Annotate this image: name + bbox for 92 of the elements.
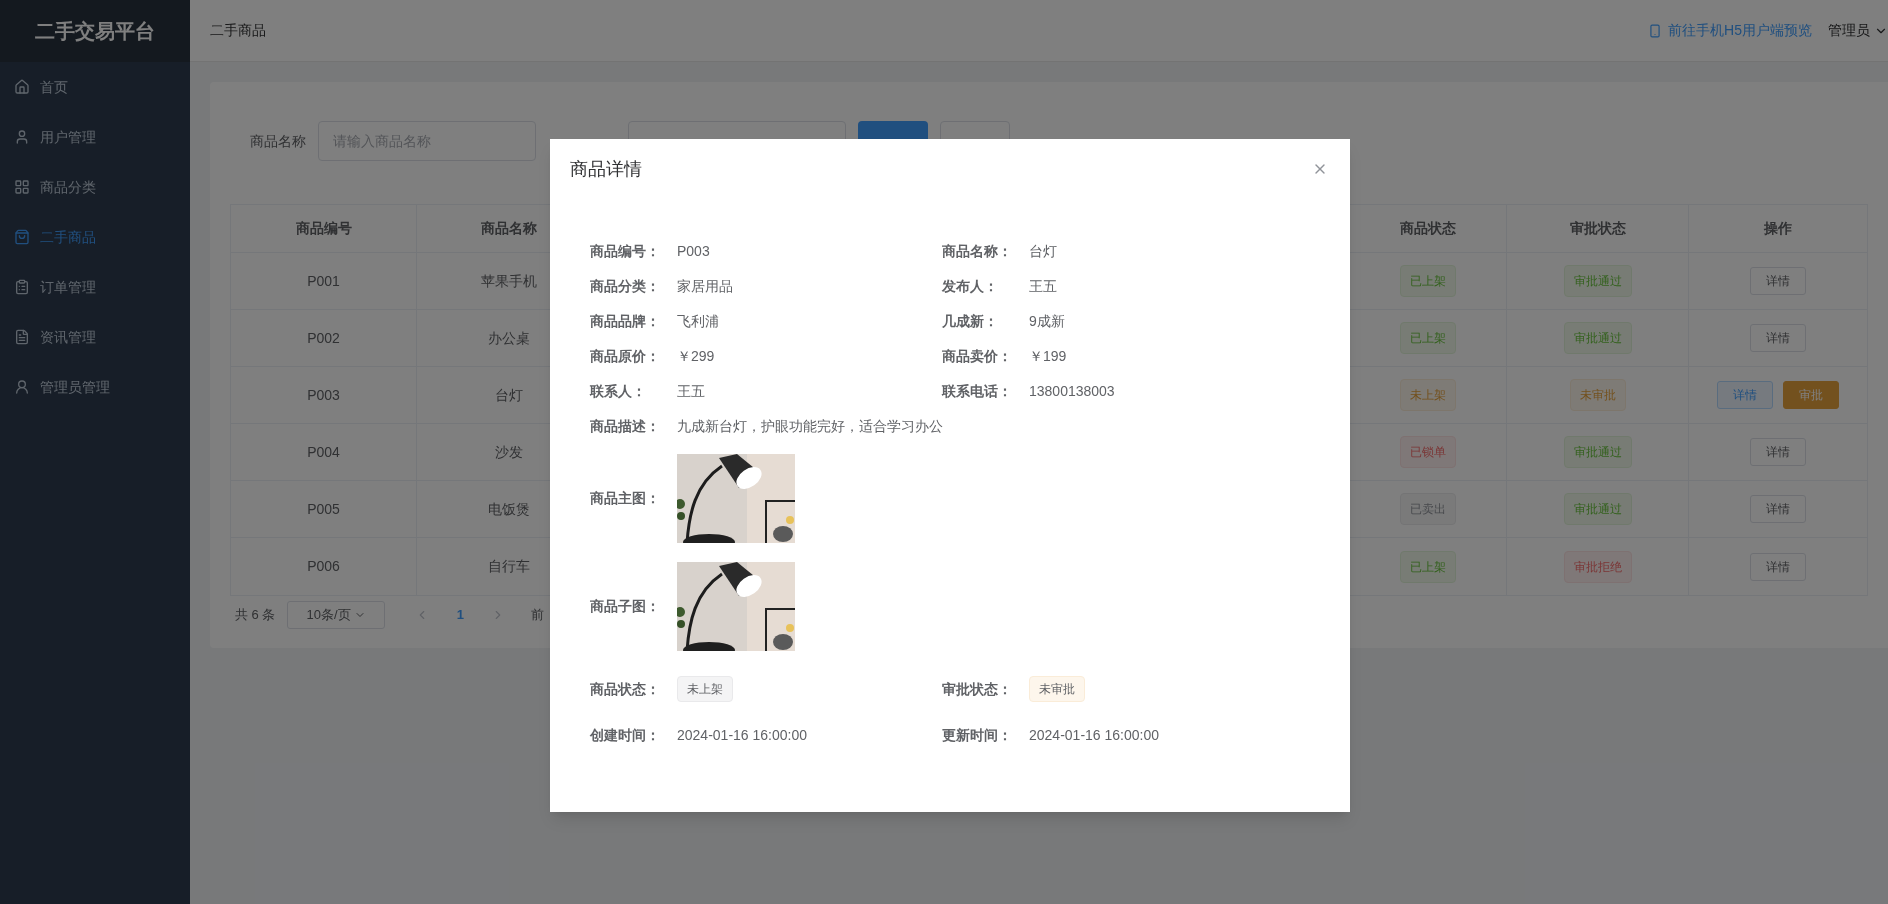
field-label: 联系电话：	[942, 382, 1013, 401]
sidebar-item[interactable]: 首页	[0, 62, 190, 112]
grid-icon	[14, 179, 30, 195]
field-value: 13800138003	[1029, 382, 1115, 401]
table-cell-text: 台灯	[494, 385, 523, 405]
status-tag: 已上架	[1399, 322, 1456, 354]
field-value: 台灯	[1029, 242, 1057, 261]
document-icon	[14, 329, 30, 345]
table-cell-text: 电饭煲	[487, 499, 530, 519]
jumper-label: 前	[531, 606, 545, 625]
column-header: 商品名称	[480, 219, 537, 238]
table-cell-text: P003	[307, 385, 340, 405]
breadcrumb: 二手商品	[210, 21, 266, 40]
approval-tag: 审批通过	[1563, 265, 1632, 297]
detail-button[interactable]: 详情	[1750, 552, 1806, 581]
field-label: 商品分类：	[590, 277, 661, 296]
field-value: 王五	[677, 382, 705, 401]
page-number[interactable]: 1	[445, 605, 476, 625]
clipboard-icon	[14, 279, 30, 295]
preview-link[interactable]: 前往手机H5用户端预览	[1648, 20, 1812, 41]
table-cell-text: 办公桌	[487, 328, 530, 348]
total-count: 共 6 条	[235, 606, 276, 625]
field-label: 商品状态：	[590, 679, 661, 699]
field-label: 商品描述：	[590, 417, 661, 436]
field-label: 更新时间：	[942, 726, 1013, 745]
approval-tag: 审批通过	[1563, 322, 1632, 354]
table-cell-text: 苹果手机	[480, 271, 537, 291]
field-label: 商品名称	[250, 131, 306, 151]
field-value: 9成新	[1029, 312, 1065, 331]
field-value: 九成新台灯，护眼功能完好，适合学习办公	[677, 417, 943, 436]
sidebar-item[interactable]: 用户管理	[0, 112, 190, 162]
person-icon	[14, 379, 30, 395]
table-cell-text: P006	[307, 557, 340, 576]
approval-tag: 审批拒绝	[1563, 550, 1632, 583]
page-size-select[interactable]: 10条/页	[287, 601, 386, 629]
status-tag: 未上架	[1399, 379, 1456, 411]
approval-tag: 审批通过	[1563, 436, 1632, 468]
field-label: 商品名称：	[942, 242, 1013, 261]
field-label: 商品子图：	[590, 596, 661, 616]
approval-tag: 审批通过	[1563, 493, 1632, 525]
table-cell-text: 沙发	[494, 442, 523, 462]
table-cell-text: P004	[307, 442, 340, 462]
sidebar-item[interactable]: 资讯管理	[0, 312, 190, 362]
field-label: 创建时间：	[590, 726, 661, 745]
user-icon	[14, 129, 30, 145]
sidebar-item[interactable]: 二手商品	[0, 212, 190, 262]
field-label: 商品品牌：	[590, 312, 661, 331]
detail-button[interactable]: 详情	[1750, 495, 1806, 523]
table-cell-text: P005	[307, 499, 340, 519]
column-header: 商品状态	[1399, 219, 1456, 238]
status-tag: 已锁单	[1399, 436, 1456, 468]
user-menu[interactable]: 管理员	[1828, 20, 1888, 41]
field-label: 商品主图：	[590, 488, 661, 508]
sidebar-item[interactable]: 订单管理	[0, 262, 190, 312]
column-header: 商品编号	[295, 219, 352, 238]
status-tag: 未上架	[677, 676, 733, 702]
phone-icon	[1648, 23, 1663, 38]
sidebar-item[interactable]: 管理员管理	[0, 362, 190, 412]
detail-button[interactable]: 详情	[1717, 381, 1773, 409]
field-value: 飞利浦	[677, 312, 719, 331]
status-tag: 已上架	[1399, 265, 1456, 297]
column-header: 审批状态	[1569, 219, 1626, 238]
field-label: 商品编号：	[590, 242, 661, 261]
app-title: 二手交易平台	[35, 19, 155, 44]
field-label: 联系人：	[590, 382, 647, 401]
status-tag: 未审批	[1029, 676, 1085, 702]
shopping-bag-icon	[14, 229, 30, 245]
field-label: 几成新：	[942, 312, 999, 331]
field-label: 审批状态：	[942, 679, 1013, 699]
table-cell-text: 自行车	[487, 557, 530, 576]
column-header: 操作	[1764, 219, 1792, 238]
approval-tag: 未审批	[1569, 379, 1626, 411]
field-value: 家居用品	[677, 277, 733, 296]
field-value: 2024-01-16 16:00:00	[1029, 726, 1159, 745]
status-tag: 已上架	[1399, 550, 1456, 583]
home-icon	[14, 79, 30, 95]
sidebar-item[interactable]: 商品分类	[0, 162, 190, 212]
field-label: 商品原价：	[590, 347, 661, 366]
field-value: ￥199	[1029, 347, 1067, 366]
table-cell-text: P001	[307, 271, 340, 291]
dialog-title: 商品详情	[570, 157, 642, 181]
detail-button[interactable]: 详情	[1750, 438, 1806, 466]
approve-button[interactable]: 审批	[1783, 381, 1839, 409]
detail-button[interactable]: 详情	[1750, 267, 1806, 295]
field-value: 王五	[1029, 277, 1057, 296]
field-value: 2024-01-16 16:00:00	[677, 726, 807, 745]
field-value: ￥299	[677, 347, 715, 366]
table-cell-text: P002	[307, 328, 340, 348]
field-label: 商品卖价：	[942, 347, 1013, 366]
field-value: P003	[677, 242, 710, 261]
field-label: 发布人：	[942, 277, 999, 296]
detail-button[interactable]: 详情	[1750, 324, 1806, 352]
